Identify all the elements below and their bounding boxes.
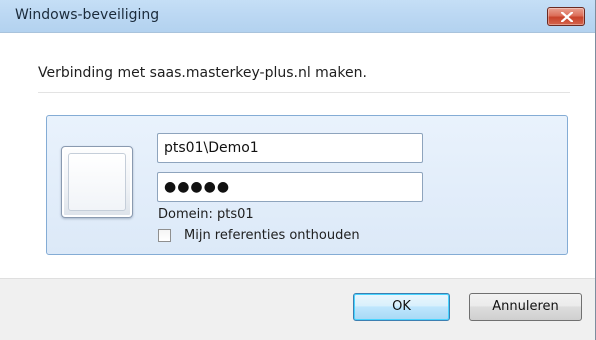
window-title: Windows-beveiliging <box>15 7 160 23</box>
cancel-button[interactable]: Annuleren <box>469 293 582 321</box>
remember-label[interactable]: Mijn referenties onthouden <box>184 228 360 243</box>
divider <box>38 92 570 93</box>
user-tile-frame <box>68 153 126 211</box>
user-tile-icon <box>61 146 133 218</box>
ok-button[interactable]: OK <box>353 293 450 321</box>
username-field[interactable]: pts01\Demo1 <box>157 133 423 163</box>
credential-panel: pts01\Demo1 ●●●●● Domein: pts01 Mijn ref… <box>46 115 568 255</box>
connection-prompt: Verbinding met saas.masterkey-plus.nl ma… <box>38 65 367 81</box>
remember-checkbox[interactable] <box>158 229 171 242</box>
title-bar[interactable]: Windows-beveiliging <box>0 0 595 33</box>
button-bar: OK Annuleren <box>0 278 595 340</box>
close-button[interactable] <box>547 7 585 26</box>
dialog-content: Verbinding met saas.masterkey-plus.nl ma… <box>0 33 595 278</box>
security-dialog: Windows-beveiliging Verbinding met saas.… <box>0 0 596 340</box>
domain-label: Domein: pts01 <box>158 207 254 222</box>
close-icon <box>561 12 573 22</box>
password-field[interactable]: ●●●●● <box>157 172 423 202</box>
